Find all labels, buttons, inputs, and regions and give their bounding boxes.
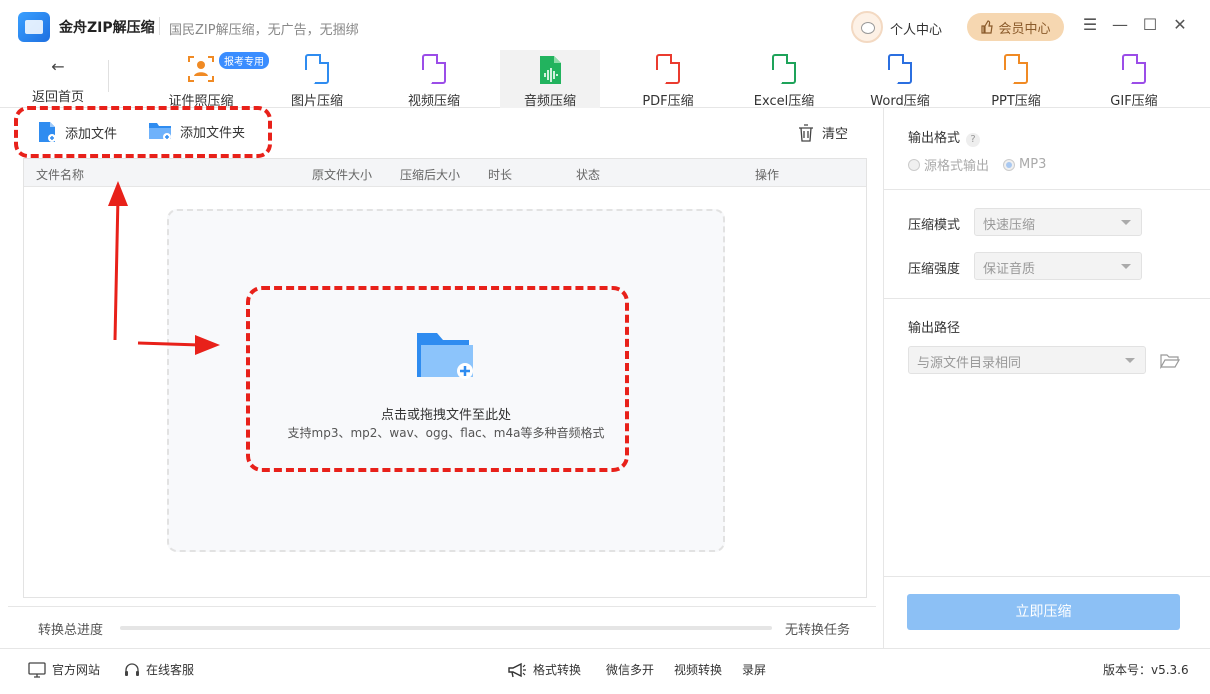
output-path-select[interactable]: 与源文件目录相同 xyxy=(908,346,1146,374)
progress-status: 无转换任务 xyxy=(785,623,851,638)
settings-divider xyxy=(884,298,1210,299)
output-format-heading: 输出格式? xyxy=(908,127,981,147)
online-service-label: 在线客服 xyxy=(146,663,195,677)
settings-divider xyxy=(884,576,1210,577)
official-site-label: 官方网站 xyxy=(52,663,101,677)
status-footer: 官方网站 在线客服 格式转换 微信多开 视频转换 录屏 版本号：v5.3.6 xyxy=(0,648,1210,694)
monitor-icon xyxy=(28,661,46,678)
headset-icon xyxy=(125,662,139,676)
progress-track xyxy=(120,626,772,630)
radio-mp3-dot xyxy=(1003,158,1016,171)
arrow-right-icon xyxy=(137,335,220,355)
version-label: 版本号：v5.3.6 xyxy=(1103,663,1189,677)
online-service-link[interactable]: 在线客服 xyxy=(124,661,194,678)
wechat-multi-link[interactable]: 微信多开 xyxy=(606,661,654,678)
progress-bar-row: 转换总进度 无转换任务 xyxy=(8,606,876,646)
arrow-up-icon xyxy=(108,181,128,341)
format-convert-link[interactable]: 格式转换 xyxy=(507,661,581,678)
megaphone-icon xyxy=(508,662,526,677)
official-site-link[interactable]: 官方网站 xyxy=(28,661,100,678)
radio-source-format[interactable]: 源格式输出 xyxy=(908,155,989,174)
folder-open-icon[interactable] xyxy=(1160,353,1180,369)
compress-strength-label: 压缩强度 xyxy=(908,262,961,277)
settings-panel: 输出格式? 源格式输出 MP3 压缩模式 快速压缩 压缩强度 保证音质 输出路径… xyxy=(883,108,1210,648)
output-format-radios: 源格式输出 MP3 xyxy=(908,155,1046,174)
compress-strength-select[interactable]: 保证音质 xyxy=(974,252,1142,280)
radio-mp3[interactable]: MP3 xyxy=(1003,155,1046,174)
radio-source-format-label: 源格式输出 xyxy=(924,159,990,174)
help-icon[interactable]: ? xyxy=(966,133,981,147)
settings-divider xyxy=(884,189,1210,190)
screen-record-link[interactable]: 录屏 xyxy=(742,661,766,678)
radio-source-format-dot xyxy=(908,158,920,171)
compress-mode-select[interactable]: 快速压缩 xyxy=(974,208,1142,236)
output-path-label: 输出路径 xyxy=(908,321,961,336)
compress-now-button[interactable]: 立即压缩 xyxy=(907,594,1180,630)
format-convert-label: 格式转换 xyxy=(533,663,582,677)
radio-mp3-label: MP3 xyxy=(1019,157,1047,172)
video-convert-link[interactable]: 视频转换 xyxy=(674,661,722,678)
compress-mode-label: 压缩模式 xyxy=(908,218,961,233)
output-format-label: 输出格式 xyxy=(908,131,961,146)
progress-label: 转换总进度 xyxy=(38,623,104,638)
